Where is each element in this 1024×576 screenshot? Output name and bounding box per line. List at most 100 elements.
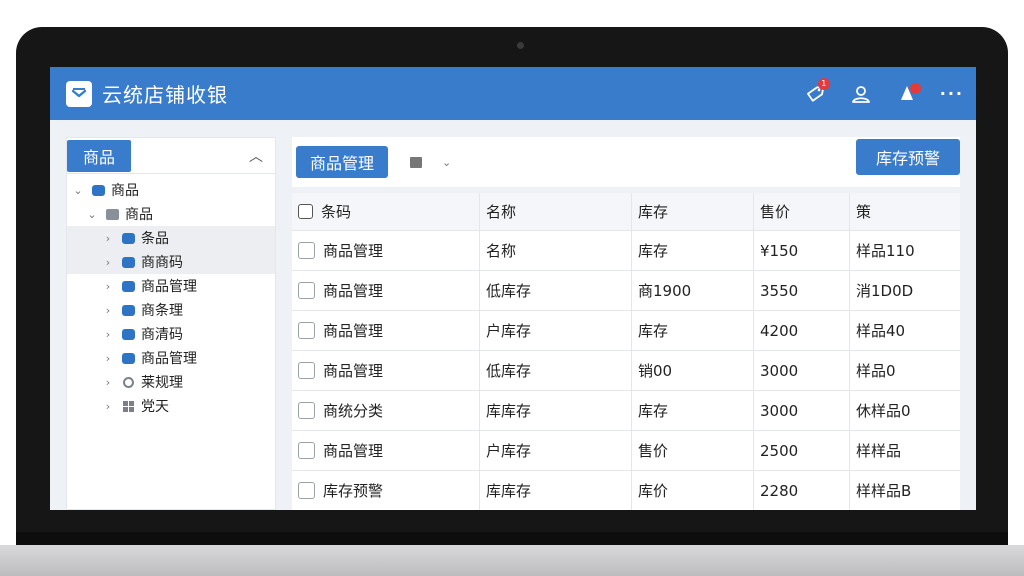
tree-item-label: 商清码 [141,327,183,343]
table-row[interactable]: 商统分类 库库存 库存 3000 休样品0 [292,391,960,431]
toolbar: 商品管理 ⌄ 库存预警 [292,137,960,187]
product-manage-button[interactable]: 商品管理 [296,146,389,178]
row-checkbox[interactable] [298,482,315,499]
table-row[interactable]: 商品管理 低库存 商1900 3550 消1D0D [292,271,960,311]
cell-price: 3550 [754,271,850,310]
app-header: 云统店铺收银 1 ··· [50,67,976,120]
tree-item[interactable]: › 党天 [67,394,275,418]
chevron-right-icon[interactable]: › [101,400,115,413]
tree-item[interactable]: ⌄ 商品 [67,178,275,202]
tree-item[interactable]: ⌄ 商品 [67,202,275,226]
select-all-checkbox[interactable] [298,204,313,219]
cell-extra: 样样品 [856,442,902,460]
row-checkbox[interactable] [298,282,315,299]
row-checkbox[interactable] [298,362,315,379]
grid-icon [121,400,135,412]
database-icon [121,304,135,316]
header-cell-name[interactable]: 名称 [480,193,632,230]
filter-select[interactable]: ⌄ [410,156,451,169]
tree-item[interactable]: › 商商码 [67,250,275,274]
chevron-right-icon[interactable]: › [101,328,115,341]
table-row[interactable]: 库存预警 库库存 库价 2280 样样品B [292,471,960,510]
database-icon [91,184,105,196]
table-row[interactable]: 商品管理 名称 库存 ¥150 样品110 [292,231,960,271]
chevron-right-icon[interactable]: › [101,352,115,365]
tree-item-label: 商品 [125,207,153,223]
tree-item[interactable]: › 莱规理 [67,370,275,394]
main-panel: 商品管理 ⌄ 库存预警 条码 名称 库存 售价 策 商品管理 名称 库存 ¥15… [292,137,960,510]
cell-name: 低库存 [480,271,632,310]
row-checkbox[interactable] [298,442,315,459]
notification-badge: 1 [817,77,830,90]
tree-item-label: 商品管理 [141,279,197,295]
stock-alert-button[interactable]: 库存预警 [855,139,960,175]
cell-text: 商品管理 [323,322,384,340]
chevron-right-icon[interactable]: › [101,304,115,317]
chevron-down-icon[interactable]: ⌄ [71,184,85,197]
cell-barcode: 商品管理 [292,231,480,270]
app-title: 云统店铺收银 [102,83,228,107]
tree-item[interactable]: › 商条理 [67,298,275,322]
cell-extra: 样品40 [856,322,906,340]
cell-price: 2280 [754,471,850,510]
folder-icon [105,208,119,220]
chevron-right-icon[interactable]: › [101,256,115,269]
database-icon [121,256,135,268]
more-icon[interactable]: ··· [940,84,964,103]
tree-item-label: 商品 [111,183,139,199]
row-checkbox[interactable] [298,322,315,339]
tree-item-label: 党天 [141,399,169,415]
table-row[interactable]: 商品管理 低库存 销00 3000 样品0 [292,351,960,391]
tree-item[interactable]: › 条品 [67,226,275,250]
category-button[interactable]: 商品 [67,139,132,172]
tree-item[interactable]: › 商品管理 [67,274,275,298]
tree-item-label: 商商码 [141,255,183,271]
table-row[interactable]: 商品管理 户库存 售价 2500 样样品 [292,431,960,471]
table-header-row: 条码 名称 库存 售价 策 [292,193,960,231]
header-cell-price[interactable]: 售价 [754,193,850,230]
tree-item-label: 商品管理 [141,351,197,367]
cell-stock: 库存 [632,231,754,270]
chevron-right-icon[interactable]: › [101,280,115,293]
cell-extra: 消1D0D [856,282,914,300]
cell-text: 库存预警 [323,482,384,500]
bell-icon[interactable] [894,81,921,107]
cell-stock: 售价 [632,431,754,470]
cell-text: 商品管理 [323,362,384,380]
table-row[interactable]: 商品管理 户库存 库存 4200 样品40 [292,311,960,351]
cell-extra: 休样品0 [856,402,911,420]
row-checkbox[interactable] [298,242,315,259]
tag-icon[interactable]: 1 [802,77,830,107]
tree-item-label: 商条理 [141,303,183,319]
alert-dot [909,82,921,94]
header-cell-stock[interactable]: 库存 [632,193,754,230]
row-checkbox[interactable] [298,402,315,419]
user-icon[interactable] [848,81,874,107]
cell-price: ¥150 [754,231,850,270]
cell-price: 3000 [754,391,850,430]
laptop-base [0,545,1024,576]
chevron-right-icon[interactable]: › [101,232,115,245]
chevron-up-icon[interactable]: ︿ [249,146,263,166]
filter-icon [410,156,423,168]
cell-barcode: 商品管理 [292,431,480,470]
tree-item[interactable]: › 商品管理 [67,346,275,370]
cell-stock: 库价 [632,471,754,510]
chevron-down-icon[interactable]: ⌄ [85,208,99,221]
cell-stock: 库存 [632,311,754,350]
database-icon [121,352,135,364]
chevron-down-icon: ⌄ [442,155,452,169]
database-icon [121,232,135,244]
cell-barcode: 商品管理 [292,271,480,310]
chevron-right-icon[interactable]: › [101,376,115,389]
cell-text: 商品管理 [323,242,384,260]
tree-item[interactable]: › 商清码 [67,322,275,346]
product-table: 条码 名称 库存 售价 策 商品管理 名称 库存 ¥150 样品110 商品管理… [292,193,960,510]
cell-name: 库库存 [480,471,632,510]
gauge-icon [121,376,135,388]
cell-name: 户库存 [480,431,632,470]
header-cell-extra[interactable]: 策 [850,193,960,230]
laptop-hinge [16,532,1008,546]
tree-item-label: 莱规理 [141,375,183,391]
cell-name: 户库存 [480,311,632,350]
